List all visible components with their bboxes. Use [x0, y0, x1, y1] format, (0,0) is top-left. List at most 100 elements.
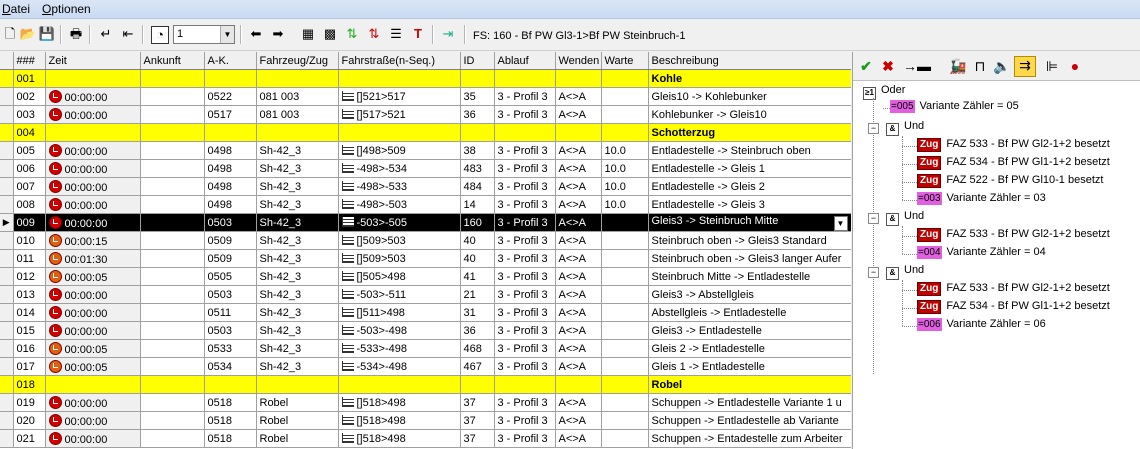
cell-wait[interactable]: [601, 339, 649, 358]
table-row[interactable]: 021 00:00:00 0518 Robel []518>498 37 3 - Profi…: [0, 429, 851, 448]
cell-time[interactable]: 00:00:00: [45, 177, 141, 196]
cell-ak[interactable]: 0522: [204, 87, 257, 106]
cell-route[interactable]: []509>503: [338, 231, 461, 250]
cell-arrival[interactable]: [140, 159, 205, 178]
cell-number[interactable]: 015: [13, 321, 46, 340]
cell-route[interactable]: -503>-498: [338, 321, 461, 340]
cell-number[interactable]: 001: [13, 69, 46, 88]
table-row[interactable]: 008 00:00:00 0498 Sh-42_3 -498>-503 14 3 - Pro…: [0, 195, 851, 214]
cell-wait[interactable]: [601, 357, 649, 376]
cell-wait[interactable]: [601, 393, 649, 412]
cell-id[interactable]: 468: [460, 339, 495, 358]
cell-number[interactable]: 018: [13, 375, 46, 394]
cell-description[interactable]: Gleis3 -> Abstellgleis: [648, 285, 851, 304]
cell-sequence[interactable]: 3 - Profil 3: [494, 105, 556, 124]
table-row[interactable]: 019 00:00:00 0518 Robel []518>498 37 3 - Profi…: [0, 393, 851, 412]
cell-vehicle[interactable]: Robel: [256, 411, 339, 430]
cell-number[interactable]: 014: [13, 303, 46, 322]
table-row[interactable]: 020 00:00:00 0518 Robel []518>498 37 3 - Profi…: [0, 411, 851, 430]
cell-description[interactable]: Kohlebunker -> Gleis10: [648, 105, 851, 124]
cell-turn[interactable]: A<>A: [555, 249, 602, 268]
row-indicator[interactable]: [0, 195, 14, 214]
tree-node-train[interactable]: Zug FAZ 534 - Bf PW Gl1-1+2 besetzt: [917, 300, 1110, 316]
schedule-grid[interactable]: ### Zeit Ankunft A-K. Fahrzeug/Zug Fahrs…: [0, 52, 851, 449]
cell-empty[interactable]: [460, 123, 495, 142]
cell-route[interactable]: []498>509: [338, 141, 461, 160]
cell-time[interactable]: 00:00:00: [45, 141, 141, 160]
cell-vehicle[interactable]: Sh-42_3: [256, 285, 339, 304]
cell-description[interactable]: Schuppen -> Entladestelle Variante 1 u: [648, 393, 851, 412]
cell-time[interactable]: 00:00:00: [45, 195, 141, 214]
cell-number[interactable]: 008: [13, 195, 46, 214]
cell-turn[interactable]: A<>A: [555, 213, 602, 232]
cell-ak[interactable]: 0517: [204, 105, 257, 124]
cell-sequence[interactable]: 3 - Profil 3: [494, 429, 556, 448]
cell-wait[interactable]: 10.0: [601, 195, 649, 214]
signal-bridge-icon[interactable]: ⊓: [971, 58, 989, 75]
chevron-down-icon[interactable]: ▼: [833, 215, 848, 231]
delete-row-icon[interactable]: ⇤: [120, 26, 136, 42]
cell-description[interactable]: Gleis 2 -> Entladestelle: [648, 339, 851, 358]
cell-number[interactable]: 005: [13, 141, 46, 160]
tree-node-counter[interactable]: =003 Variante Zähler = 03: [917, 192, 1046, 208]
cell-sequence[interactable]: 3 - Profil 3: [494, 267, 556, 286]
cell-id[interactable]: 40: [460, 231, 495, 250]
group-row[interactable]: 001 Kohle: [0, 69, 851, 88]
cell-empty[interactable]: [140, 123, 205, 142]
row-indicator[interactable]: [0, 339, 14, 358]
table-row[interactable]: 007 00:00:00 0498 Sh-42_3 -498>-533 484 3 - Pr…: [0, 177, 851, 196]
cell-route[interactable]: []521>517: [338, 87, 461, 106]
row-indicator[interactable]: [0, 249, 14, 268]
open-folder-icon[interactable]: 📂: [20, 26, 36, 42]
cell-empty[interactable]: [338, 69, 461, 88]
cell-description[interactable]: Schuppen -> Entladestelle ab Variante: [648, 411, 851, 430]
cell-empty[interactable]: [256, 69, 339, 88]
cell-sequence[interactable]: 3 - Profil 3: [494, 159, 556, 178]
cell-turn[interactable]: A<>A: [555, 285, 602, 304]
cell-turn[interactable]: A<>A: [555, 393, 602, 412]
cell-ak[interactable]: 0518: [204, 411, 257, 430]
cell-time[interactable]: 00:00:05: [45, 339, 141, 358]
cell-route[interactable]: -498>-534: [338, 159, 461, 178]
cell-vehicle[interactable]: Sh-42_3: [256, 357, 339, 376]
sound-icon[interactable]: 🔈: [993, 58, 1011, 75]
cell-turn[interactable]: A<>A: [555, 339, 602, 358]
cell-id[interactable]: 41: [460, 267, 495, 286]
cell-id[interactable]: 21: [460, 285, 495, 304]
cell-route[interactable]: -503>-511: [338, 285, 461, 304]
table-row[interactable]: 017 00:00:05 0534 Sh-42_3 -534>-498 467 3 - Pr…: [0, 357, 851, 376]
new-file-icon[interactable]: 🗋: [2, 26, 18, 42]
grid-icon[interactable]: ▩: [322, 26, 338, 42]
cell-turn[interactable]: A<>A: [555, 159, 602, 178]
cell-sequence[interactable]: 3 - Profil 3: [494, 195, 556, 214]
cell-number[interactable]: 019: [13, 393, 46, 412]
row-indicator[interactable]: [0, 375, 14, 394]
table-row[interactable]: 002 00:00:00 0522 081 003 []521>517 35 3 - Pro…: [0, 87, 851, 106]
cell-ak[interactable]: 0511: [204, 303, 257, 322]
cell-vehicle[interactable]: Sh-42_3: [256, 231, 339, 250]
cell-wait[interactable]: [601, 429, 649, 448]
cell-vehicle[interactable]: Sh-42_3: [256, 249, 339, 268]
cell-sequence[interactable]: 3 - Profil 3: [494, 411, 556, 430]
cell-turn[interactable]: A<>A: [555, 267, 602, 286]
cell-description[interactable]: Entladestelle -> Steinbruch oben: [648, 141, 851, 160]
row-indicator[interactable]: [0, 159, 14, 178]
cell-vehicle[interactable]: Sh-42_3: [256, 267, 339, 286]
cell-arrival[interactable]: [140, 303, 205, 322]
cell-id[interactable]: 37: [460, 411, 495, 430]
cell-vehicle[interactable]: Sh-42_3: [256, 177, 339, 196]
cell-arrival[interactable]: [140, 195, 205, 214]
group-row[interactable]: 018 Robel: [0, 375, 851, 394]
cell-ak[interactable]: 0534: [204, 357, 257, 376]
tree-node-train[interactable]: Zug FAZ 522 - Bf PW Gl10-1 besetzt: [917, 174, 1103, 190]
cell-arrival[interactable]: [140, 321, 205, 340]
cell-arrival[interactable]: [140, 429, 205, 448]
cell-time[interactable]: 00:00:00: [45, 285, 141, 304]
cell-time[interactable]: 00:00:00: [45, 393, 141, 412]
row-indicator[interactable]: [0, 285, 14, 304]
cell-turn[interactable]: A<>A: [555, 303, 602, 322]
cell-empty[interactable]: [204, 375, 257, 394]
cross-icon[interactable]: ✖: [879, 58, 897, 75]
cell-empty[interactable]: [494, 123, 556, 142]
exit-icon[interactable]: ⇥: [440, 26, 456, 42]
